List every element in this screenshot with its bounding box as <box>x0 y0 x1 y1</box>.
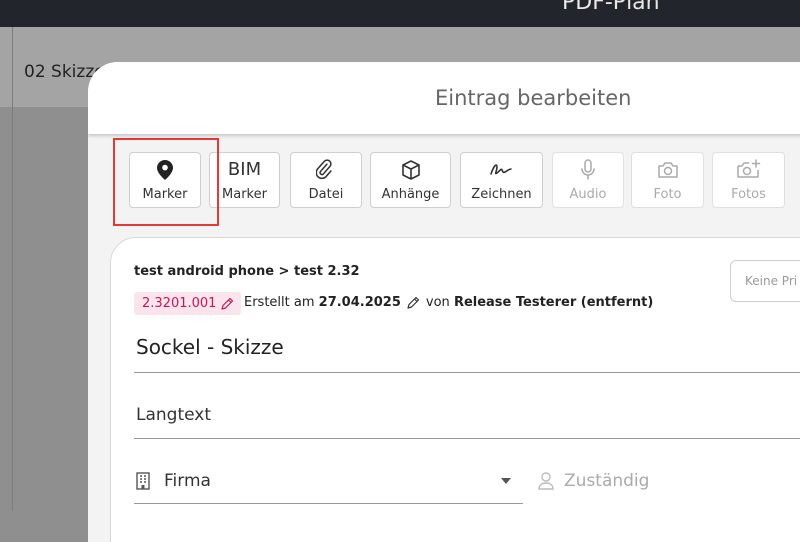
photos-button[interactable]: Fotos <box>712 152 785 208</box>
entry-title-field[interactable]: Sockel - Skizze <box>136 335 284 359</box>
file-button-label: Datei <box>308 187 344 202</box>
photo-button-label: Foto <box>653 187 682 202</box>
entry-path: test android phone > test 2.32 <box>134 264 360 279</box>
bim-marker-button-label: Marker <box>222 187 267 202</box>
photo-button[interactable]: Foto <box>631 152 704 208</box>
entry-number-badge[interactable]: 2.3201.001 <box>134 292 242 315</box>
attachments-button[interactable]: Anhänge <box>370 152 451 208</box>
entry-author: Release Testerer (entfernt) <box>453 295 654 310</box>
bim-icon: BIM <box>227 159 262 180</box>
audio-button[interactable]: Audio <box>552 152 624 208</box>
marker-highlight-box <box>113 138 219 226</box>
longtext-field[interactable]: Langtext <box>136 405 211 425</box>
camera-plus-icon <box>713 159 784 181</box>
paperclip-icon <box>291 159 361 181</box>
company-dropdown-caret[interactable] <box>501 478 511 484</box>
company-underline <box>134 503 523 504</box>
dialog-body: Marker BIM Marker Datei Anhänge Zeichnen <box>88 134 800 542</box>
longtext-underline <box>134 438 800 439</box>
company-select[interactable]: Firma <box>164 471 211 491</box>
by-prefix: von <box>425 295 450 310</box>
box-icon <box>371 159 450 181</box>
draw-button[interactable]: Zeichnen <box>460 152 543 208</box>
background-divider <box>12 27 13 511</box>
person-icon <box>538 472 554 495</box>
title-underline <box>134 372 800 373</box>
entry-number: 2.3201.001 <box>142 296 217 311</box>
dialog-header: Eintrag bearbeiten <box>88 62 800 134</box>
building-icon <box>135 472 151 495</box>
entry-meta: Erstellt am 27.04.2025 von Release Teste… <box>244 295 653 310</box>
file-button[interactable]: Datei <box>290 152 362 208</box>
priority-select[interactable]: Keine Pri <box>730 260 800 302</box>
audio-button-label: Audio <box>569 187 607 202</box>
entry-card: test android phone > test 2.32 2.3201.00… <box>110 237 800 542</box>
date-pencil-icon[interactable] <box>407 296 419 309</box>
camera-icon <box>632 159 703 181</box>
app-title: PDF-Plan <box>562 0 660 15</box>
microphone-icon <box>553 159 623 181</box>
bim-marker-button[interactable]: BIM Marker <box>209 152 280 208</box>
draw-button-label: Zeichnen <box>471 187 532 202</box>
dialog-title: Eintrag bearbeiten <box>435 86 632 110</box>
responsible-select[interactable]: Zuständig <box>564 471 649 491</box>
created-date: 27.04.2025 <box>318 295 401 310</box>
edit-entry-dialog: Eintrag bearbeiten Marker BIM Marker Dat… <box>88 62 800 542</box>
top-bar: PDF-Plan <box>0 0 800 27</box>
priority-placeholder: Keine Pri <box>745 274 798 288</box>
photos-button-label: Fotos <box>731 187 766 202</box>
signature-icon <box>461 159 542 181</box>
attachments-button-label: Anhänge <box>381 187 440 202</box>
pencil-icon <box>221 297 234 310</box>
created-prefix: Erstellt am <box>244 295 315 310</box>
